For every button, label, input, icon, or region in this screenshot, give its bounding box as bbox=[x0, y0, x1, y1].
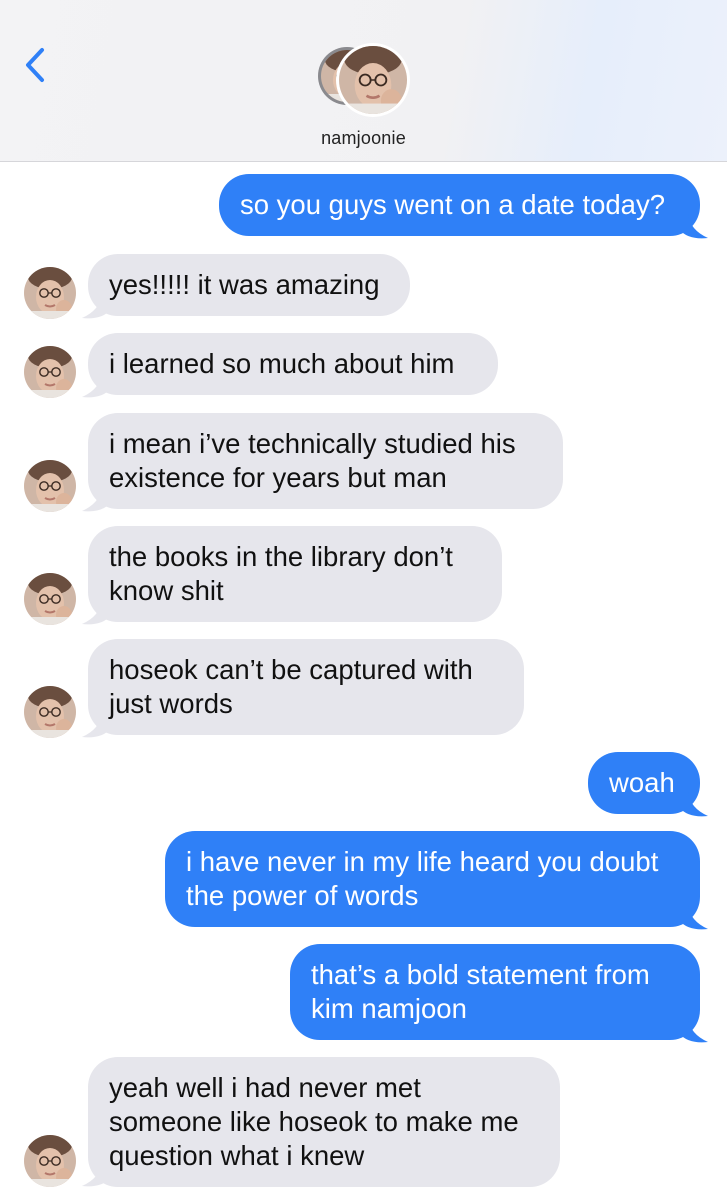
avatar bbox=[24, 686, 76, 738]
message-line: just words bbox=[109, 688, 233, 719]
message-line: yeah well i had never met bbox=[109, 1072, 421, 1103]
message-line: the power of words bbox=[186, 880, 419, 911]
received-message-bubble[interactable]: i mean i’ve technically studied his exis… bbox=[88, 413, 563, 509]
message-line: question what i knew bbox=[109, 1140, 365, 1171]
received-message-bubble[interactable]: yes!!!!! it was amazing bbox=[88, 254, 410, 316]
avatar bbox=[24, 1135, 76, 1187]
message-line: existence for years but man bbox=[109, 462, 447, 493]
sent-message-bubble[interactable]: i have never in my life heard you doubt … bbox=[165, 831, 700, 927]
message-line: the books in the library don’t bbox=[109, 541, 453, 572]
contact-name[interactable]: namjoonie bbox=[0, 128, 727, 149]
message-text: woah bbox=[609, 767, 675, 798]
avatar bbox=[336, 43, 410, 117]
avatar bbox=[24, 346, 76, 398]
avatar bbox=[24, 267, 76, 319]
message-line: i mean i’ve technically studied his bbox=[109, 428, 516, 459]
message-text: i learned so much about him bbox=[109, 348, 455, 379]
message-line: i have never in my life heard you doubt bbox=[186, 846, 659, 877]
message-text: so you guys went on a date today? bbox=[240, 189, 666, 220]
message-line: hoseok can’t be captured with bbox=[109, 654, 473, 685]
avatar bbox=[24, 460, 76, 512]
sent-message-bubble[interactable]: so you guys went on a date today? bbox=[219, 174, 700, 236]
bubble-tail bbox=[680, 905, 708, 930]
back-button[interactable] bbox=[18, 42, 54, 88]
bubble-tail bbox=[680, 214, 708, 239]
bubble-tail bbox=[680, 792, 708, 817]
avatar bbox=[24, 573, 76, 625]
received-message-bubble[interactable]: the books in the library don’t know shit bbox=[88, 526, 502, 622]
message-line: that’s a bold statement from bbox=[311, 959, 650, 990]
message-line: kim namjoon bbox=[311, 993, 467, 1024]
chevron-left-icon bbox=[26, 48, 44, 82]
sent-message-bubble[interactable]: that’s a bold statement from kim namjoon bbox=[290, 944, 700, 1040]
message-line: know shit bbox=[109, 575, 224, 606]
message-text: yes!!!!! it was amazing bbox=[109, 269, 380, 300]
message-line: someone like hoseok to make me bbox=[109, 1106, 519, 1137]
received-message-bubble[interactable]: i learned so much about him bbox=[88, 333, 498, 395]
bubble-tail bbox=[680, 1018, 708, 1043]
received-message-bubble[interactable]: yeah well i had never met someone like h… bbox=[88, 1057, 560, 1187]
received-message-bubble[interactable]: hoseok can’t be captured with just words bbox=[88, 639, 524, 735]
contact-avatar-group[interactable] bbox=[318, 43, 410, 117]
conversation-header: namjoonie bbox=[0, 0, 727, 162]
